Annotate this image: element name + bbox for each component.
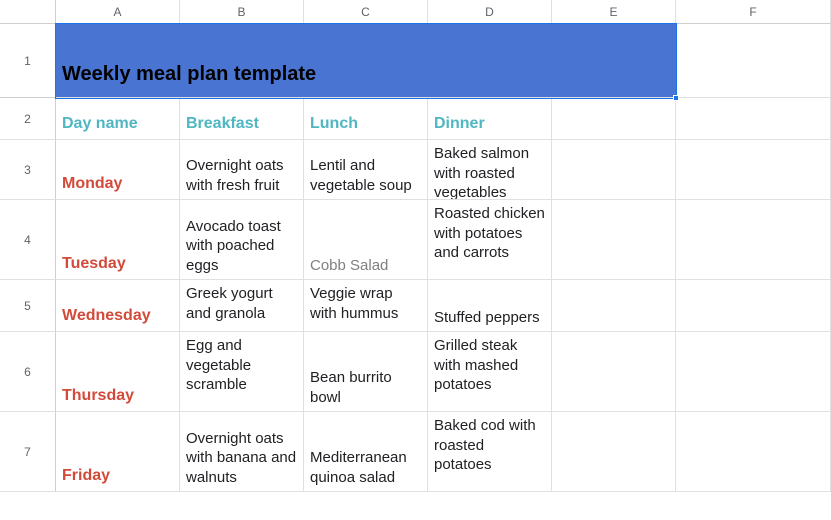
- fri-dinner: Baked cod with roasted potatoes: [434, 416, 545, 475]
- cell-b5[interactable]: Greek yogurt and granola: [180, 280, 304, 332]
- cell-a2[interactable]: Day name: [56, 98, 180, 140]
- cell-b4[interactable]: Avocado toast with poached eggs: [180, 200, 304, 280]
- thu-lunch: Bean burrito bowl: [310, 368, 421, 407]
- cell-c7[interactable]: Mediterranean quinoa salad: [304, 412, 428, 492]
- cell-c3[interactable]: Lentil and vegetable soup: [304, 140, 428, 200]
- day-friday: Friday: [62, 466, 110, 487]
- header-breakfast: Breakfast: [186, 114, 259, 135]
- cell-d7[interactable]: Baked cod with roasted potatoes: [428, 412, 552, 492]
- mon-dinner: Baked salmon with roasted vegetables: [434, 144, 545, 200]
- col-header-b[interactable]: B: [180, 0, 304, 24]
- cell-f7[interactable]: [676, 412, 831, 492]
- day-wednesday: Wednesday: [62, 306, 151, 327]
- thu-breakfast: Egg and vegetable scramble: [186, 336, 297, 395]
- thu-dinner: Grilled steak with mashed potatoes: [434, 336, 545, 395]
- cell-c5[interactable]: Veggie wrap with hummus: [304, 280, 428, 332]
- cell-f3[interactable]: [676, 140, 831, 200]
- day-monday: Monday: [62, 174, 122, 195]
- spreadsheet-grid[interactable]: A B C D E F 1 Weekly meal plan template …: [0, 0, 831, 492]
- cell-f4[interactable]: [676, 200, 831, 280]
- cell-f6[interactable]: [676, 332, 831, 412]
- cell-c4[interactable]: Cobb Salad: [304, 200, 428, 280]
- title-text: Weekly meal plan template: [62, 61, 316, 87]
- mon-lunch: Lentil and vegetable soup: [310, 156, 421, 195]
- col-header-a[interactable]: A: [56, 0, 180, 24]
- cell-a6[interactable]: Thursday: [56, 332, 180, 412]
- mon-breakfast: Overnight oats with fresh fruit: [186, 156, 297, 195]
- cell-f5[interactable]: [676, 280, 831, 332]
- row-header-2[interactable]: 2: [0, 98, 56, 140]
- header-day: Day name: [62, 114, 138, 135]
- col-header-f[interactable]: F: [676, 0, 831, 24]
- wed-breakfast: Greek yogurt and granola: [186, 284, 297, 323]
- day-tuesday: Tuesday: [62, 254, 126, 275]
- cell-d6[interactable]: Grilled steak with mashed potatoes: [428, 332, 552, 412]
- cell-e4[interactable]: [552, 200, 676, 280]
- fri-breakfast: Overnight oats with banana and walnuts: [186, 429, 297, 488]
- row-header-5[interactable]: 5: [0, 280, 56, 332]
- tue-dinner: Roasted chicken with potatoes and carrot…: [434, 204, 545, 263]
- cell-a1-title[interactable]: Weekly meal plan template: [56, 24, 676, 98]
- cell-b3[interactable]: Overnight oats with fresh fruit: [180, 140, 304, 200]
- row-header-4[interactable]: 4: [0, 200, 56, 280]
- cell-e6[interactable]: [552, 332, 676, 412]
- cell-d3[interactable]: Baked salmon with roasted vegetables: [428, 140, 552, 200]
- row-header-1[interactable]: 1: [0, 24, 56, 98]
- cell-e5[interactable]: [552, 280, 676, 332]
- wed-lunch: Veggie wrap with hummus: [310, 284, 421, 323]
- cell-d4[interactable]: Roasted chicken with potatoes and carrot…: [428, 200, 552, 280]
- cell-d2[interactable]: Dinner: [428, 98, 552, 140]
- cell-b2[interactable]: Breakfast: [180, 98, 304, 140]
- wed-dinner: Stuffed peppers: [434, 308, 540, 328]
- tue-breakfast: Avocado toast with poached eggs: [186, 217, 297, 276]
- cell-e7[interactable]: [552, 412, 676, 492]
- cell-e2[interactable]: [552, 98, 676, 140]
- col-header-c[interactable]: C: [304, 0, 428, 24]
- row-header-7[interactable]: 7: [0, 412, 56, 492]
- select-all-corner[interactable]: [0, 0, 56, 24]
- col-header-d[interactable]: D: [428, 0, 552, 24]
- header-dinner: Dinner: [434, 114, 485, 135]
- tue-lunch: Cobb Salad: [310, 256, 388, 276]
- cell-b6[interactable]: Egg and vegetable scramble: [180, 332, 304, 412]
- header-lunch: Lunch: [310, 114, 358, 135]
- cell-a4[interactable]: Tuesday: [56, 200, 180, 280]
- col-header-e[interactable]: E: [552, 0, 676, 24]
- row-header-6[interactable]: 6: [0, 332, 56, 412]
- cell-d5[interactable]: Stuffed peppers: [428, 280, 552, 332]
- cell-a3[interactable]: Monday: [56, 140, 180, 200]
- row-header-3[interactable]: 3: [0, 140, 56, 200]
- cell-c2[interactable]: Lunch: [304, 98, 428, 140]
- cell-f1[interactable]: [676, 24, 831, 98]
- cell-a5[interactable]: Wednesday: [56, 280, 180, 332]
- fri-lunch: Mediterranean quinoa salad: [310, 448, 421, 487]
- cell-a7[interactable]: Friday: [56, 412, 180, 492]
- cell-f2[interactable]: [676, 98, 831, 140]
- cell-e3[interactable]: [552, 140, 676, 200]
- cell-b7[interactable]: Overnight oats with banana and walnuts: [180, 412, 304, 492]
- cell-c6[interactable]: Bean burrito bowl: [304, 332, 428, 412]
- day-thursday: Thursday: [62, 386, 134, 407]
